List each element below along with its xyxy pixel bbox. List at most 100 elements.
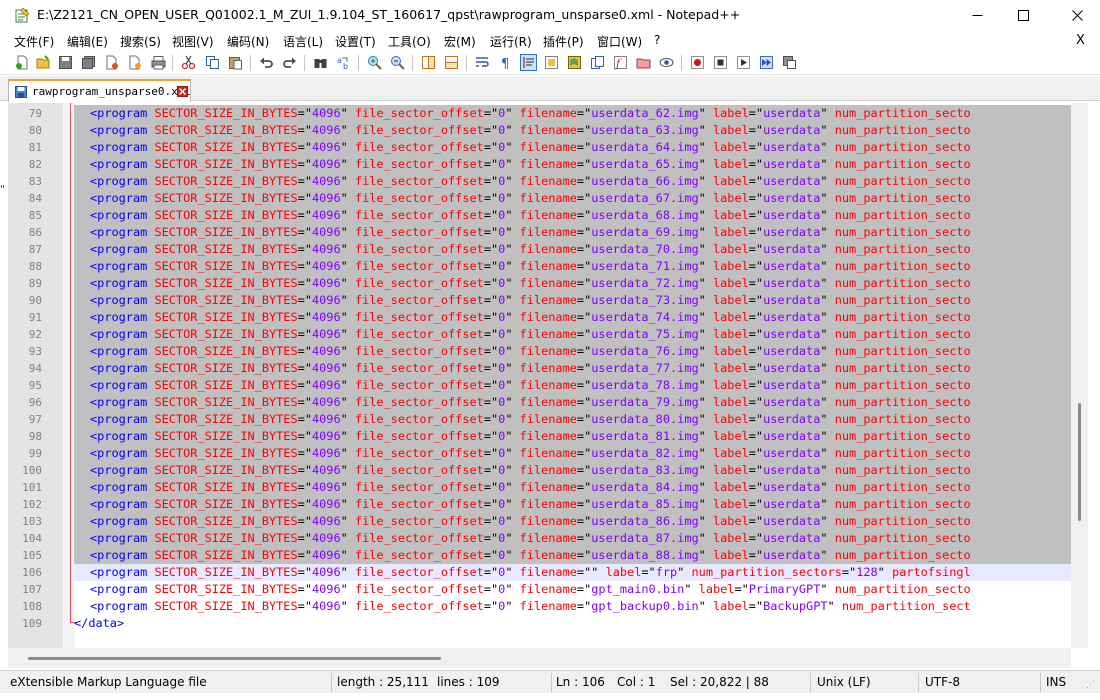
code-line[interactable]: 94 <program SECTOR_SIZE_IN_BYTES="4096" f… xyxy=(8,360,1071,377)
indent-guide-button[interactable] xyxy=(520,54,537,71)
menu-settings[interactable]: 设置(T) xyxy=(335,33,376,50)
close-all-button[interactable] xyxy=(126,54,143,71)
zoom-out-button[interactable] xyxy=(389,54,406,71)
close-icon xyxy=(1071,10,1083,21)
paste-button[interactable] xyxy=(227,54,244,71)
code-line[interactable]: 103 <program SECTOR_SIZE_IN_BYTES="4096" … xyxy=(8,513,1071,530)
horizontal-scrollbar[interactable] xyxy=(8,648,1071,668)
code-line[interactable]: 102 <program SECTOR_SIZE_IN_BYTES="4096" … xyxy=(8,496,1071,513)
redo-button[interactable] xyxy=(281,54,298,71)
code-line[interactable]: 81 <program SECTOR_SIZE_IN_BYTES="4096" f… xyxy=(8,139,1071,156)
close-window-button[interactable] xyxy=(1054,0,1100,31)
code-line[interactable]: 100 <program SECTOR_SIZE_IN_BYTES="4096" … xyxy=(8,462,1071,479)
macro-record-button[interactable] xyxy=(689,54,706,71)
udl-button[interactable] xyxy=(543,54,560,71)
xml-value: 4096 xyxy=(311,242,341,256)
menu-file[interactable]: 文件(F) xyxy=(14,33,54,50)
save-macro-icon xyxy=(783,56,796,69)
find-button[interactable] xyxy=(312,54,329,71)
code-editor[interactable]: 79 <program SECTOR_SIZE_IN_BYTES="4096" f… xyxy=(8,103,1071,648)
menu-view[interactable]: 视图(V) xyxy=(172,33,214,50)
macro-play-button[interactable] xyxy=(735,54,752,71)
horizontal-scroll-thumb[interactable] xyxy=(28,657,441,660)
code-line[interactable]: 96 <program SECTOR_SIZE_IN_BYTES="4096" f… xyxy=(8,394,1071,411)
code-line[interactable]: 89 <program SECTOR_SIZE_IN_BYTES="4096" f… xyxy=(8,275,1071,292)
code-line[interactable]: 93 <program SECTOR_SIZE_IN_BYTES="4096" f… xyxy=(8,343,1071,360)
code-line[interactable]: 79 <program SECTOR_SIZE_IN_BYTES="4096" f… xyxy=(8,105,1071,122)
xml-value: userdata xyxy=(763,242,821,256)
close-file-button[interactable] xyxy=(103,54,120,71)
tab-rawprogram-unsparse0[interactable]: rawprogram_unsparse0.xml xyxy=(8,79,191,102)
menu-run[interactable]: 运行(R) xyxy=(490,33,532,50)
code-line[interactable]: 91 <program SECTOR_SIZE_IN_BYTES="4096" f… xyxy=(8,309,1071,326)
line-content: <program SECTOR_SIZE_IN_BYTES="4096" fil… xyxy=(74,496,1071,513)
doc-map-button[interactable] xyxy=(566,54,583,71)
line-number: 103 xyxy=(22,515,42,528)
code-line[interactable]: 95 <program SECTOR_SIZE_IN_BYTES="4096" f… xyxy=(8,377,1071,394)
code-line[interactable]: 107 <program SECTOR_SIZE_IN_BYTES="4096" … xyxy=(8,581,1071,598)
code-line[interactable]: 98 <program SECTOR_SIZE_IN_BYTES="4096" f… xyxy=(8,428,1071,445)
xml-attribute: label xyxy=(712,174,749,188)
code-line[interactable]: 99 <program SECTOR_SIZE_IN_BYTES="4096" f… xyxy=(8,445,1071,462)
resize-grip-icon[interactable]: ⋰ xyxy=(1086,680,1095,690)
folder-workspace-button[interactable] xyxy=(635,54,652,71)
code-line[interactable]: 108 <program SECTOR_SIZE_IN_BYTES="4096" … xyxy=(8,598,1071,615)
code-line[interactable]: 87 <program SECTOR_SIZE_IN_BYTES="4096" f… xyxy=(8,241,1071,258)
macro-play-multiple-button[interactable] xyxy=(758,54,775,71)
menu-tools[interactable]: 工具(O) xyxy=(388,33,431,50)
monitoring-button[interactable] xyxy=(658,54,675,71)
xml-attribute: label xyxy=(712,344,749,358)
undo-button[interactable] xyxy=(258,54,275,71)
copy-button[interactable] xyxy=(204,54,221,71)
code-line[interactable]: 92 <program SECTOR_SIZE_IN_BYTES="4096" f… xyxy=(8,326,1071,343)
menu-macro[interactable]: 宏(M) xyxy=(444,33,476,50)
code-line[interactable]: 83 <program SECTOR_SIZE_IN_BYTES="4096" f… xyxy=(8,173,1071,190)
minimize-button[interactable] xyxy=(954,0,1000,31)
code-line[interactable]: 82 <program SECTOR_SIZE_IN_BYTES="4096" f… xyxy=(8,156,1071,173)
word-wrap-button[interactable] xyxy=(474,54,491,71)
menu-edit[interactable]: 编辑(E) xyxy=(67,33,108,50)
code-line[interactable]: 104 <program SECTOR_SIZE_IN_BYTES="4096" … xyxy=(8,530,1071,547)
menu-help[interactable]: ? xyxy=(654,33,660,47)
code-line[interactable]: 105 <program SECTOR_SIZE_IN_BYTES="4096" … xyxy=(8,547,1071,564)
xml-attribute: file_sector_offset xyxy=(354,480,484,494)
code-line[interactable]: 84 <program SECTOR_SIZE_IN_BYTES="4096" f… xyxy=(8,190,1071,207)
zoom-in-button[interactable] xyxy=(366,54,383,71)
close-document-button[interactable]: X xyxy=(1076,33,1085,48)
maximize-button[interactable] xyxy=(1000,0,1046,31)
new-file-button[interactable] xyxy=(14,54,31,71)
show-all-chars-button[interactable]: ¶ xyxy=(497,54,514,71)
code-line[interactable]: 101 <program SECTOR_SIZE_IN_BYTES="4096" … xyxy=(8,479,1071,496)
code-line[interactable]: 97 <program SECTOR_SIZE_IN_BYTES="4096" f… xyxy=(8,411,1071,428)
vertical-scroll-thumb[interactable] xyxy=(1078,403,1081,521)
macro-stop-button[interactable] xyxy=(712,54,729,71)
cut-button[interactable] xyxy=(180,54,197,71)
code-line[interactable]: 80 <program SECTOR_SIZE_IN_BYTES="4096" f… xyxy=(8,122,1071,139)
menu-language[interactable]: 语言(L) xyxy=(283,33,323,50)
code-line[interactable]: 88 <program SECTOR_SIZE_IN_BYTES="4096" f… xyxy=(8,258,1071,275)
tab-close-button[interactable] xyxy=(177,86,188,97)
replace-button[interactable]: ab xyxy=(335,54,352,71)
vertical-scrollbar[interactable] xyxy=(1071,103,1088,648)
code-line[interactable]: 109 </data> xyxy=(8,615,1071,632)
macro-save-button[interactable] xyxy=(781,54,798,71)
code-line[interactable]: 85 <program SECTOR_SIZE_IN_BYTES="4096" f… xyxy=(8,207,1071,224)
save-all-button[interactable] xyxy=(80,54,97,71)
sync-horizontal-button[interactable] xyxy=(443,54,460,71)
menu-plugins[interactable]: 插件(P) xyxy=(543,33,584,50)
open-file-button[interactable] xyxy=(35,54,52,71)
doc-list-button[interactable] xyxy=(589,54,606,71)
code-line[interactable]: 86 <program SECTOR_SIZE_IN_BYTES="4096" f… xyxy=(8,224,1071,241)
print-button[interactable] xyxy=(150,54,167,71)
sync-vertical-button[interactable] xyxy=(420,54,437,71)
function-list-button[interactable]: f xyxy=(612,54,629,71)
code-line[interactable]: 90 <program SECTOR_SIZE_IN_BYTES="4096" f… xyxy=(8,292,1071,309)
xml-value: 4096 xyxy=(311,123,341,137)
menu-encoding[interactable]: 编码(N) xyxy=(227,33,269,50)
save-button[interactable] xyxy=(57,54,74,71)
xml-value: 4096 xyxy=(311,480,341,494)
xml-value: userdata_80.img xyxy=(591,412,699,426)
menu-search[interactable]: 搜索(S) xyxy=(120,33,161,50)
code-line[interactable]: 106 <program SECTOR_SIZE_IN_BYTES="4096" … xyxy=(8,564,1071,581)
menu-window[interactable]: 窗口(W) xyxy=(597,33,642,50)
